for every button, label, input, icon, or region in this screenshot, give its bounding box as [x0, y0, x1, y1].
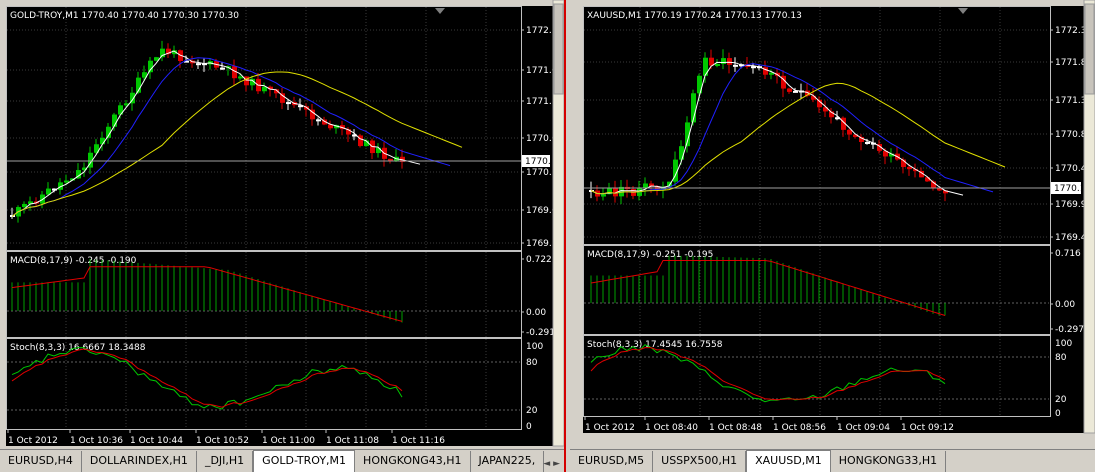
stoch-tick-label: 80 [526, 358, 538, 368]
tab-xauusd-m1[interactable]: XAUUSD,M1 [746, 450, 831, 472]
time-tick-label: 1 Oct 11:16 [392, 436, 445, 446]
stoch-label: Stoch(8,3,3) 17.4545 16.7558 [587, 340, 723, 350]
macd-label: MACD(8,17,9) -0.245 -0.190 [10, 256, 137, 266]
tab-hongkong33-h1[interactable]: HONGKONG33,H1 [830, 451, 947, 472]
tab-japan225[interactable]: JAPAN225, [470, 451, 545, 472]
candle-body [865, 141, 870, 144]
scrollbar-thumb[interactable] [1084, 3, 1095, 95]
candle-body [925, 177, 930, 182]
time-tick-label: 1 Oct 08:56 [773, 423, 826, 433]
time-tick-label: 1 Oct 08:40 [645, 423, 698, 433]
macd-tick-label: 0.00 [526, 308, 546, 318]
candle-body [376, 147, 381, 154]
stoch-tick-label: 100 [526, 342, 543, 352]
candle-body [787, 88, 792, 92]
tab-hongkong43-h1[interactable]: HONGKONG43,H1 [355, 451, 471, 472]
tab-eurusd-h4[interactable]: EURUSD,H4 [0, 451, 82, 472]
time-tick-label: 1 Oct 09:12 [901, 423, 954, 433]
time-tick-label: 1 Oct 10:36 [70, 436, 123, 446]
macd-tick-label: -0.297 [1055, 325, 1084, 335]
tab-dji-h1[interactable]: _DJI,H1 [196, 451, 254, 472]
left-tab-bar: EURUSD,H4 DOLLARINDEX,H1 _DJI,H1 GOLD-TR… [0, 449, 564, 472]
price-pane[interactable] [583, 6, 1084, 245]
right-tab-bar: EURUSD,M5 USSPX500,H1 XAUUSD,M1 HONGKONG… [570, 449, 1095, 472]
candle-body [238, 76, 243, 79]
candle-body [727, 58, 732, 65]
time-tick-label: 1 Oct 10:44 [130, 436, 183, 446]
macd-tick-label: 0.722 [526, 255, 552, 265]
chart-header: GOLD-TROY,M1 1770.40 1770.40 1770.30 177… [10, 11, 239, 21]
candle-body [160, 48, 165, 58]
time-tick-label: 1 Oct 08:48 [709, 423, 762, 433]
tab-scroll-arrows-icon[interactable]: ◄ ► [543, 459, 560, 469]
stoch-tick-label: 20 [526, 406, 538, 416]
candle-body [763, 67, 768, 75]
tab-gold-troy-m1[interactable]: GOLD-TROY,M1 [253, 450, 356, 472]
stoch-tick-label: 20 [1055, 395, 1067, 405]
time-tick-label: 1 Oct 11:00 [262, 436, 315, 446]
tab-eurusd-m5[interactable]: EURUSD,M5 [570, 451, 654, 472]
chart-header: XAUUSD,M1 1770.19 1770.24 1770.13 1770.1… [587, 11, 802, 21]
time-tick-label: 1 Oct 11:08 [326, 436, 379, 446]
candle-body [907, 167, 912, 170]
candle-body [316, 119, 321, 122]
candle-body [148, 60, 153, 73]
right-chart-canvas[interactable]: XAUUSD,M1 1770.19 1770.24 1770.13 1770.1… [570, 0, 1095, 448]
stoch-tick-label: 0 [1055, 409, 1061, 419]
candle-body [220, 67, 225, 70]
candle-body [286, 102, 291, 105]
macd-tick-label: 0.00 [1055, 300, 1075, 310]
macd-tick-label: 0.716 [1055, 249, 1081, 259]
stoch-tick-label: 0 [526, 422, 532, 432]
right-chart-window[interactable]: XAUUSD,M1 1770.19 1770.24 1770.13 1770.1… [570, 0, 1095, 472]
tab-dollarindex-h1[interactable]: DOLLARINDEX,H1 [81, 451, 197, 472]
candle-body [196, 63, 201, 66]
candle-body [847, 129, 852, 135]
candle-body [733, 64, 738, 67]
stoch-tick-label: 80 [1055, 353, 1067, 363]
macd-tick-label: -0.291 [526, 328, 555, 338]
candle-body [793, 90, 798, 93]
price-pane[interactable] [6, 6, 553, 251]
scrollbar-thumb[interactable] [553, 3, 564, 95]
stoch-tick-label: 100 [1055, 339, 1072, 349]
candle-body [244, 76, 249, 86]
candle-body [703, 57, 708, 76]
left-chart-window[interactable]: GOLD-TROY,M1 1770.40 1770.40 1770.30 177… [0, 0, 566, 472]
candle-body [679, 146, 684, 160]
time-tick-label: 1 Oct 09:04 [837, 423, 890, 433]
macd-label: MACD(8,17,9) -0.251 -0.195 [587, 250, 713, 260]
candle-body [721, 58, 726, 64]
time-tick-label: 1 Oct 10:52 [196, 436, 249, 446]
candle-body [715, 63, 720, 66]
time-tick-label: 1 Oct 2012 [8, 436, 58, 446]
tab-usspx500-h1[interactable]: USSPX500,H1 [653, 451, 747, 472]
time-tick-label: 1 Oct 2012 [585, 423, 635, 433]
candle-body [601, 194, 606, 197]
left-chart-canvas[interactable]: GOLD-TROY,M1 1770.40 1770.40 1770.30 177… [0, 0, 564, 448]
candle-body [22, 203, 27, 208]
